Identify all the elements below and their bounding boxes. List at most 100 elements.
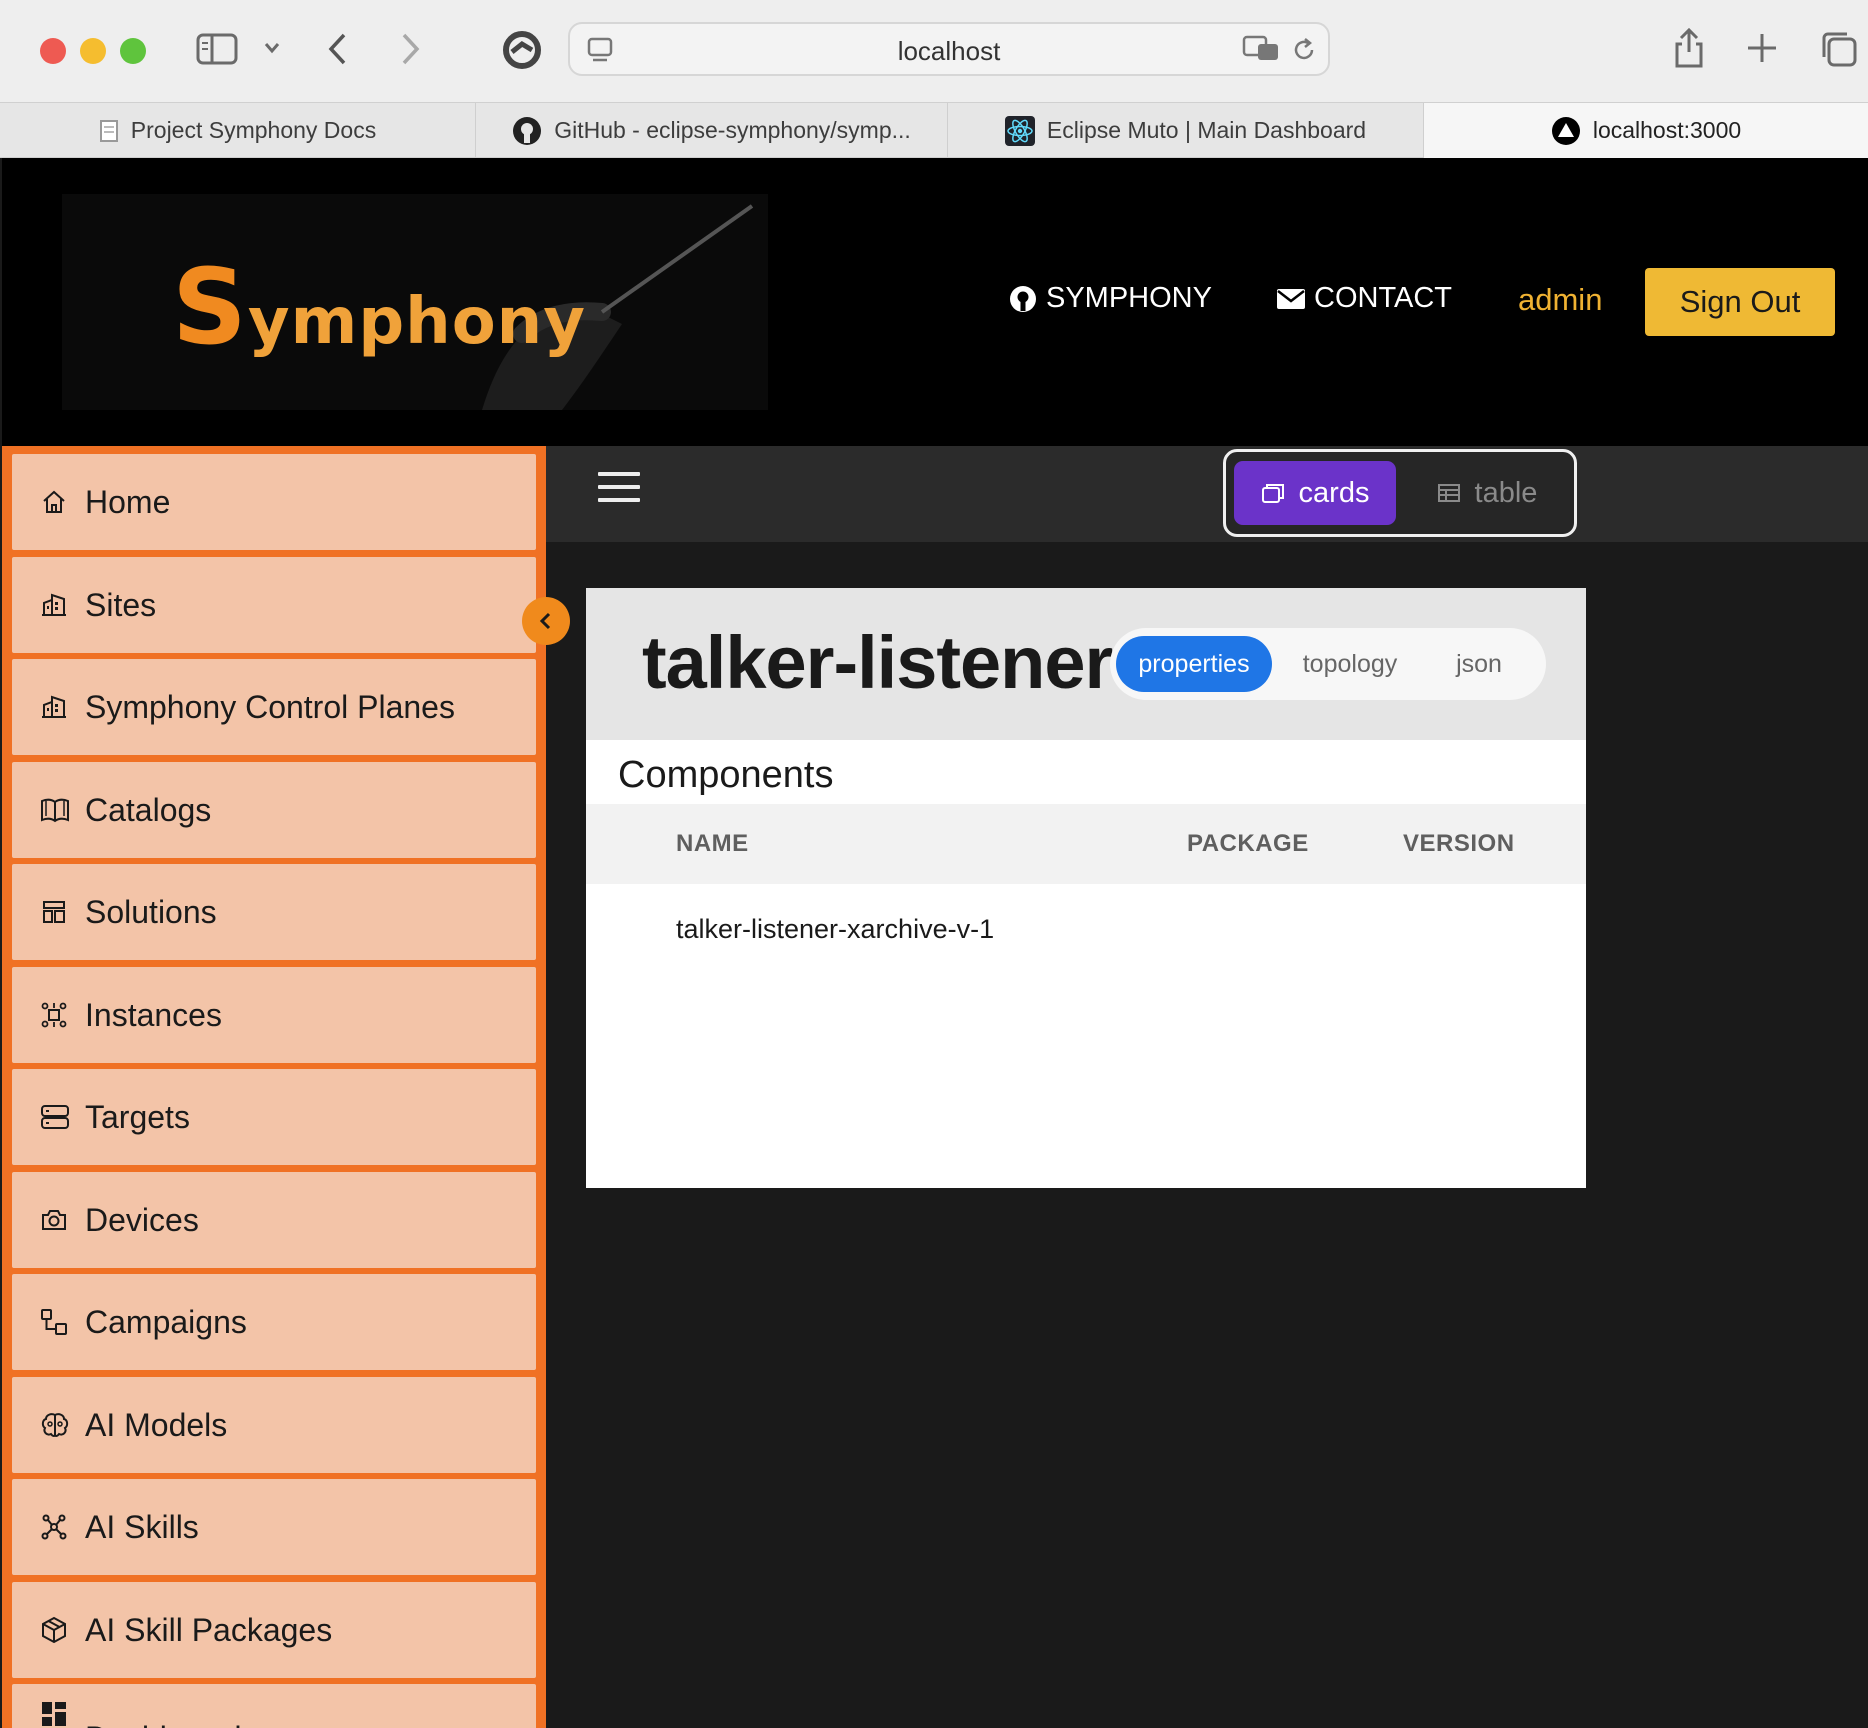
workflow-icon — [40, 1308, 68, 1336]
cards-icon — [1261, 482, 1285, 504]
component-name-cell: talker-listener-xarchive-v-1 — [676, 914, 995, 944]
sidebar-item-dashboard[interactable]: Dashboard — [12, 1684, 536, 1728]
camera-icon — [40, 1206, 68, 1234]
sidebar-item-label: Instances — [85, 996, 222, 1033]
tab-properties[interactable]: properties — [1116, 636, 1272, 692]
building-icon — [40, 591, 68, 619]
chevron-down-icon[interactable] — [262, 40, 282, 56]
minimize-window-button[interactable] — [80, 38, 106, 64]
table-view-button[interactable]: table — [1412, 461, 1562, 525]
sidebar-toggle-icon[interactable] — [196, 32, 238, 66]
browser-tab[interactable]: GitHub - eclipse-symphony/symp... — [476, 103, 948, 158]
sidebar-item-ai-skills[interactable]: AI Skills — [12, 1479, 536, 1575]
table-row: talker-listener-xarchive-v-1 — [586, 884, 1586, 974]
sidebar-item-devices[interactable]: Devices — [12, 1172, 536, 1268]
sidebar-item-label: Dashboard — [85, 1720, 242, 1728]
home-icon — [40, 488, 68, 516]
current-user: admin — [1518, 282, 1603, 317]
sidebar-item-control-planes[interactable]: Symphony Control Planes — [12, 659, 536, 755]
sidebar-item-label: Devices — [85, 1201, 199, 1238]
table-icon — [1437, 483, 1461, 503]
symphony-logo[interactable]: Symphony — [62, 194, 768, 410]
sidebar-item-campaigns[interactable]: Campaigns — [12, 1274, 536, 1370]
card-title: talker-listener- — [642, 621, 1137, 704]
browser-toolbar: localhost — [0, 0, 1868, 102]
brain-icon — [40, 1411, 69, 1439]
components-table-header: NAME PACKAGE VERSION — [586, 804, 1586, 884]
cluster-icon — [40, 1001, 68, 1029]
sidebar-item-label: Campaigns — [85, 1303, 247, 1340]
tab-overview-icon[interactable] — [1820, 30, 1858, 68]
hamburger-menu-icon[interactable] — [598, 472, 640, 502]
app-header: Symphony SYMPHONY CONTACT admin — [2, 158, 1868, 446]
column-header-name: NAME — [676, 830, 749, 857]
extension-icon[interactable] — [502, 30, 542, 70]
github-icon — [1008, 284, 1038, 314]
react-icon — [1004, 115, 1035, 146]
browser-tab-active[interactable]: localhost:3000 — [1424, 103, 1868, 158]
building-icon — [40, 693, 68, 721]
document-icon — [99, 119, 119, 143]
solution-card: talker-listener- properties topology jso… — [586, 588, 1586, 1188]
browser-tab-label: Project Symphony Docs — [130, 117, 377, 143]
sidebar-item-home[interactable]: Home — [12, 454, 536, 550]
translate-icon[interactable] — [1242, 34, 1282, 64]
envelope-icon — [1276, 287, 1306, 311]
sidebar-item-label: Sites — [85, 586, 157, 623]
browser-tab[interactable]: Project Symphony Docs — [0, 103, 476, 158]
new-tab-icon[interactable] — [1746, 32, 1778, 64]
vercel-icon — [1551, 116, 1581, 146]
sidebar-item-label: Home — [85, 483, 171, 520]
sidebar-item-label: Solutions — [85, 893, 217, 930]
sidebar-item-label: Targets — [85, 1098, 190, 1135]
sidebar-item-label: AI Skills — [85, 1508, 199, 1545]
sidebar-item-solutions[interactable]: Solutions — [12, 864, 536, 960]
tab-json[interactable]: json — [1426, 636, 1532, 692]
column-header-package: PACKAGE — [1187, 830, 1309, 857]
github-icon — [512, 116, 542, 146]
browser-tab-label: GitHub - eclipse-symphony/symp... — [554, 117, 911, 143]
close-window-button[interactable] — [40, 38, 66, 64]
content-toolbar: cards table — [546, 446, 1868, 542]
column-header-version: VERSION — [1403, 830, 1515, 857]
maximize-window-button[interactable] — [120, 38, 146, 64]
sidebar-item-sites[interactable]: Sites — [12, 557, 536, 653]
sidebar-item-catalogs[interactable]: Catalogs — [12, 762, 536, 858]
sidebar-item-ai-skill-packages[interactable]: AI Skill Packages — [12, 1582, 536, 1678]
back-icon[interactable] — [326, 32, 350, 66]
collapse-sidebar-button[interactable] — [522, 597, 570, 645]
sidebar: Home Sites Symphony Control Planes Catal… — [2, 446, 546, 1728]
forward-icon[interactable] — [398, 32, 422, 66]
contact-link[interactable]: CONTACT — [1276, 282, 1452, 315]
reload-icon[interactable] — [1290, 36, 1318, 64]
browser-tab[interactable]: Eclipse Muto | Main Dashboard — [948, 103, 1424, 158]
cards-view-button[interactable]: cards — [1234, 461, 1396, 525]
sidebar-item-label: Catalogs — [85, 791, 212, 828]
nodes-icon — [40, 1513, 68, 1541]
card-header: talker-listener- properties topology jso… — [586, 588, 1586, 740]
symphony-github-link[interactable]: SYMPHONY — [1008, 282, 1212, 315]
browser-tab-strip: Project Symphony Docs GitHub - eclipse-s… — [0, 102, 1868, 158]
server-icon — [40, 1103, 69, 1131]
components-heading: Components — [618, 754, 834, 796]
sidebar-item-label: AI Models — [85, 1406, 228, 1443]
card-tab-switcher: properties topology json — [1110, 628, 1546, 700]
browser-tab-label: Eclipse Muto | Main Dashboard — [1046, 117, 1367, 143]
book-icon — [40, 796, 69, 824]
chevron-left-icon — [536, 611, 556, 631]
address-bar[interactable]: localhost — [568, 22, 1330, 76]
browser-tab-label: localhost:3000 — [1592, 117, 1742, 143]
sidebar-item-instances[interactable]: Instances — [12, 967, 536, 1063]
tab-topology[interactable]: topology — [1280, 636, 1420, 692]
sidebar-item-targets[interactable]: Targets — [12, 1069, 536, 1165]
logo-wordmark: Symphony — [172, 246, 586, 368]
dashboard-icon — [40, 1700, 68, 1728]
url-text: localhost — [897, 36, 1001, 66]
sidebar-item-label: Symphony Control Planes — [85, 688, 455, 725]
sidebar-item-label: AI Skill Packages — [85, 1611, 333, 1648]
layout-icon — [40, 898, 68, 926]
sign-out-button[interactable]: Sign Out — [1645, 268, 1835, 336]
view-mode-toggle: cards table — [1223, 449, 1577, 537]
sidebar-item-ai-models[interactable]: AI Models — [12, 1377, 536, 1473]
share-icon[interactable] — [1672, 26, 1706, 70]
